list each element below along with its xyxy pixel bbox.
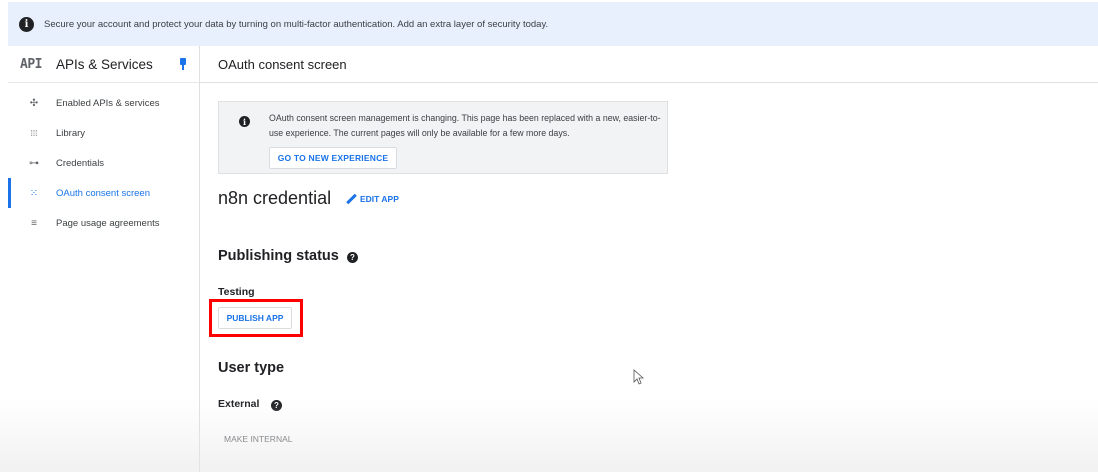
settings-list-icon: ≡	[31, 217, 37, 229]
edit-app-button[interactable]: EDIT APP	[346, 194, 399, 204]
banner-text: Secure your account and protect your dat…	[44, 18, 549, 30]
edit-app-label: EDIT APP	[360, 194, 399, 204]
make-internal-button[interactable]: MAKE INTERNAL	[218, 428, 308, 450]
user-type-value: External	[218, 398, 260, 410]
info-icon: i	[19, 16, 34, 32]
key-icon: ⊶	[29, 157, 39, 169]
sidebar-item-enabled-apis[interactable]: ✣ Enabled APIs & services	[8, 88, 199, 118]
notice-card: i OAuth consent screen management is cha…	[218, 101, 668, 174]
sidebar-item-library[interactable]: ⁞⁞⁞ Library	[8, 118, 199, 148]
sidebar-item-label: OAuth consent screen	[56, 187, 150, 199]
pencil-icon	[346, 194, 356, 204]
publishing-status-heading: Publishing status	[218, 248, 339, 264]
sidebar-header: API APIs & Services	[8, 46, 199, 83]
sidebar: API APIs & Services ✣ Enabled APIs & ser…	[8, 46, 200, 472]
sidebar-item-credentials[interactable]: ⊶ Credentials	[8, 148, 199, 178]
sidebar-item-page-usage[interactable]: ≡ Page usage agreements	[8, 208, 199, 238]
cursor-icon	[633, 369, 645, 385]
sidebar-item-label: Library	[56, 127, 86, 139]
sidebar-item-label: Credentials	[56, 157, 105, 169]
api-logo: API	[20, 56, 42, 72]
help-icon[interactable]: ?	[347, 252, 358, 263]
mfa-banner: i Secure your account and protect your d…	[8, 2, 1098, 46]
help-icon[interactable]: ?	[271, 400, 282, 411]
user-type-heading: User type	[218, 360, 285, 376]
info-icon: i	[239, 116, 250, 127]
publish-app-button[interactable]: PUBLISH APP	[218, 307, 292, 329]
enabled-apis-icon: ✣	[29, 97, 39, 109]
page-title: OAuth consent screen	[200, 46, 1098, 83]
publishing-status-value: Testing	[218, 286, 255, 298]
pin-icon[interactable]	[179, 58, 187, 70]
library-icon: ⁞⁞⁞	[30, 128, 38, 138]
go-to-new-experience-button[interactable]: GO TO NEW EXPERIENCE	[269, 147, 397, 169]
sidebar-nav: ✣ Enabled APIs & services ⁞⁞⁞ Library ⊶ …	[8, 83, 199, 238]
sidebar-item-label: Enabled APIs & services	[56, 97, 160, 109]
sidebar-item-oauth-consent[interactable]: ⁙ OAuth consent screen	[8, 178, 199, 208]
oauth-consent-icon: ⁙	[29, 187, 39, 199]
sidebar-title[interactable]: APIs & Services	[56, 57, 153, 72]
sidebar-item-label: Page usage agreements	[56, 217, 160, 229]
app-name: n8n credential	[218, 188, 332, 208]
notice-text: OAuth consent screen management is chang…	[269, 113, 661, 138]
